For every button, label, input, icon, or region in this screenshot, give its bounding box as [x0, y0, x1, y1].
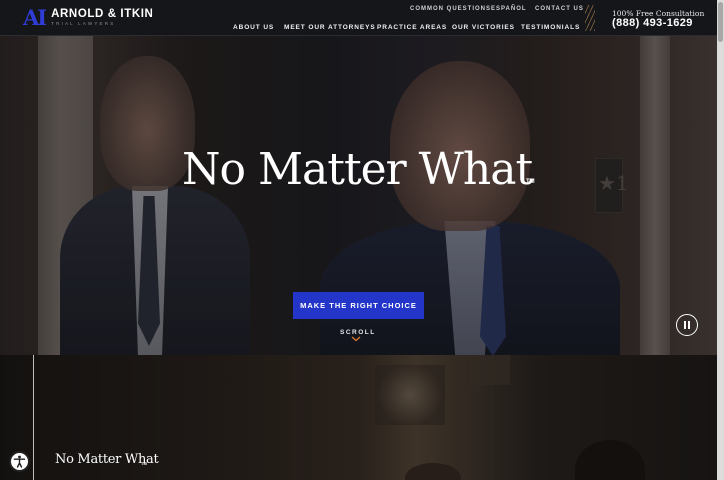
page-scrollbar[interactable] — [717, 0, 724, 480]
nav-our-victories[interactable]: OUR VICTORIES — [452, 24, 515, 31]
site-header: AI ARNOLD & ITKIN TRIAL LAWYERS COMMON Q… — [0, 0, 724, 36]
hero-title: No Matter What — [182, 144, 533, 195]
utility-link-espanol[interactable]: ESPAÑOL — [491, 6, 527, 12]
header-divider — [585, 5, 595, 31]
utility-link-contact-us[interactable]: CONTACT US — [535, 6, 584, 12]
utility-link-common-questions[interactable]: COMMON QUESTIONS — [410, 6, 491, 12]
nav-meet-our-attorneys[interactable]: MEET OUR ATTORNEYS — [284, 24, 376, 31]
lower-vertical-rule — [33, 355, 34, 480]
logo-tagline: TRIAL LAWYERS — [51, 21, 116, 26]
logo-text: ARNOLD & ITKIN TRIAL LAWYERS — [51, 7, 154, 27]
phone-number[interactable]: (888) 493-1629 — [612, 17, 693, 29]
make-the-right-choice-button[interactable]: MAKE THE RIGHT CHOICE — [293, 292, 424, 319]
scroll-label[interactable]: SCROLL — [340, 329, 376, 336]
nav-practice-areas[interactable]: PRACTICE AREAS — [377, 24, 447, 31]
scrollbar-thumb[interactable] — [718, 2, 723, 42]
logo-name: ARNOLD & ITKIN — [51, 7, 154, 20]
hero-video: ★1 No Matter What TM MAKE THE RIGHT CHOI… — [0, 36, 717, 355]
logo[interactable]: AI ARNOLD & ITKIN TRIAL LAWYERS — [23, 7, 153, 28]
pause-icon[interactable] — [676, 314, 698, 336]
chevron-down-icon[interactable] — [351, 336, 361, 342]
accessibility-icon[interactable] — [9, 451, 30, 472]
hero-trademark: TM — [526, 179, 535, 185]
accessibility-figure-icon — [13, 455, 26, 468]
nav-testimonials[interactable]: TESTIMONIALS — [521, 24, 580, 31]
logo-mark: AI — [23, 5, 47, 30]
video-preview-section: No Matter What TM — [0, 355, 717, 480]
lower-trademark: TM — [141, 461, 147, 466]
nav-about-us[interactable]: ABOUT US — [233, 24, 274, 31]
